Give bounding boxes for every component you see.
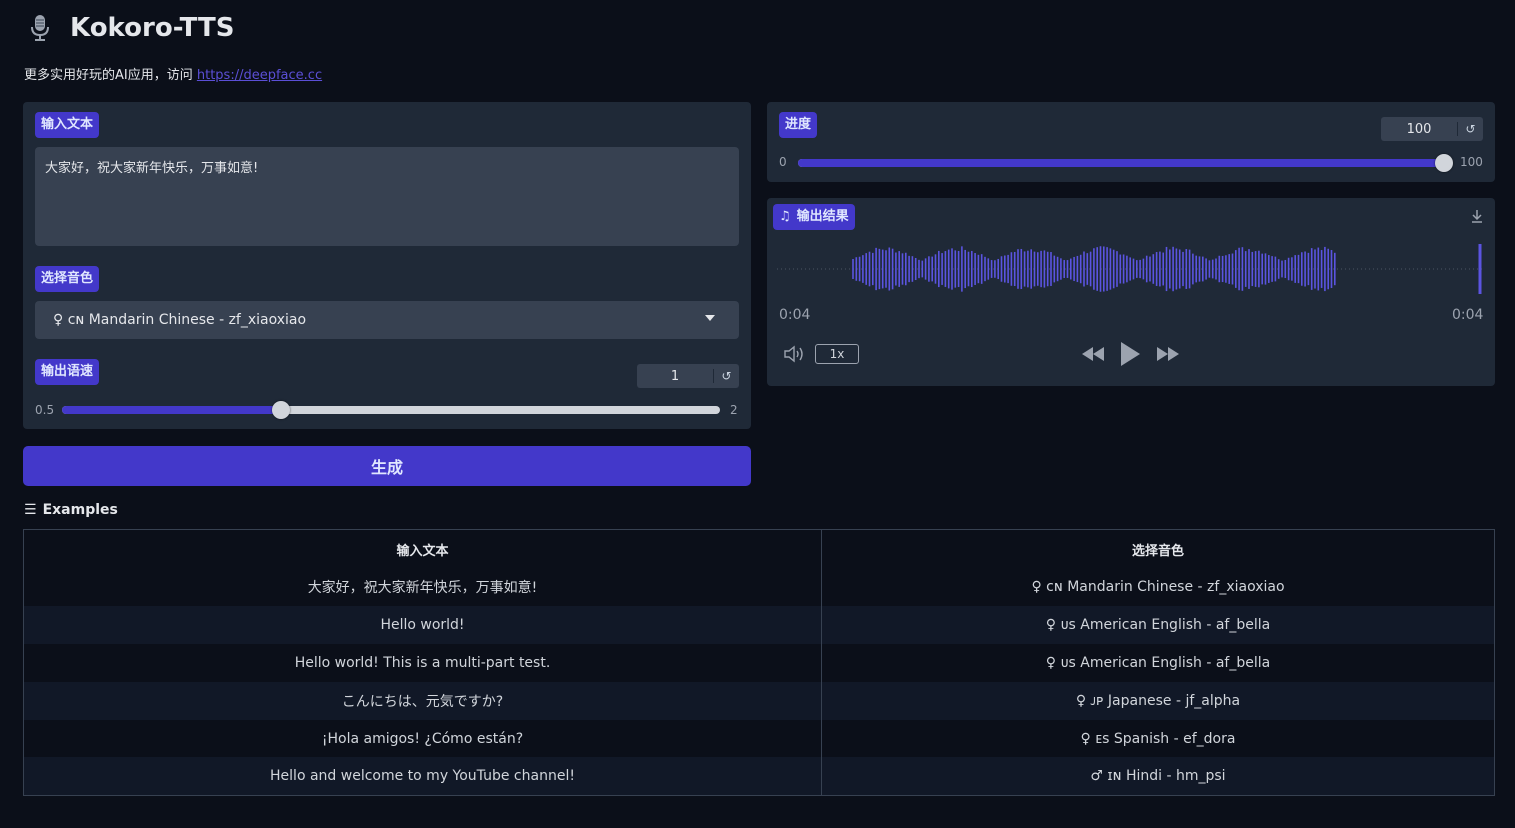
deepface-link[interactable]: https://deepface.cc [197,68,322,83]
examples-table: 输入文本 选择音色 大家好，祝大家新年快乐，万事如意! ♀ ᴄɴ Mandari… [23,529,1495,796]
progress-label: 进度 [779,112,818,138]
table-header-voice: 选择音色 [821,529,1495,569]
progress-slider[interactable] [798,154,1453,172]
reset-icon[interactable]: ↺ [713,369,739,383]
example-text-cell[interactable]: Hello world! This is a multi-part test. [23,644,822,682]
play-icon[interactable] [1118,340,1142,368]
voice-label: 选择音色 [35,266,100,292]
waveform[interactable] [777,240,1485,298]
speed-slider-thumb[interactable] [272,401,290,419]
speed-value[interactable]: 1 [637,369,713,384]
playback-speed-button[interactable]: 1x [815,344,859,364]
progress-max-label: 100 [1460,155,1483,169]
music-note-icon: ♫ [779,209,791,224]
example-voice-cell[interactable]: ♀ ᴜs American English - af_bella [821,606,1495,645]
examples-title-text: Examples [42,502,118,518]
microphone-icon [24,12,56,44]
speed-min-label: 0.5 [35,403,55,417]
examples-title: ☰ Examples [24,502,118,518]
fast-forward-icon[interactable] [1155,345,1181,363]
rewind-icon[interactable] [1080,345,1106,363]
example-voice-cell[interactable]: ♂ ɪɴ Hindi - hm_psi [821,757,1495,796]
time-total: 0:04 [1452,307,1484,323]
table-row[interactable]: ¡Hola amigos! ¿Cómo están? ♀ ᴇs Spanish … [23,719,1495,758]
table-row[interactable]: Hello world! This is a multi-part test. … [23,644,1495,682]
table-row[interactable]: 大家好，祝大家新年快乐，万事如意! ♀ ᴄɴ Mandarin Chinese … [23,568,1495,607]
input-text-label: 输入文本 [35,112,100,138]
example-voice-cell[interactable]: ♀ ᴜs American English - af_bella [821,644,1495,682]
output-panel: ♫ 输出结果 0:04 0:04 1x [767,198,1495,386]
list-icon: ☰ [24,502,37,518]
download-icon[interactable] [1467,206,1487,226]
progress-panel: 进度 100 ↺ 0 100 [767,102,1495,182]
chevron-down-icon [705,315,715,321]
table-row[interactable]: Hello and welcome to my YouTube channel!… [23,757,1495,796]
example-text-cell[interactable]: 大家好，祝大家新年快乐，万事如意! [23,568,822,607]
input-textarea[interactable]: 大家好，祝大家新年快乐，万事如意! [35,147,739,246]
example-voice-cell[interactable]: ♀ ᴇs Spanish - ef_dora [821,719,1495,758]
speed-slider[interactable] [62,401,720,419]
app-title: Kokoro-TTS [70,13,235,43]
progress-min-label: 0 [779,155,787,169]
progress-slider-fill [798,159,1444,167]
progress-number-input[interactable]: 100 ↺ [1381,117,1483,141]
speed-label: 输出语速 [35,359,100,385]
progress-value[interactable]: 100 [1381,122,1457,137]
app-header: Kokoro-TTS [24,12,234,44]
progress-slider-thumb[interactable] [1435,154,1453,172]
example-text-cell[interactable]: こんにちは、元気ですか? [23,681,822,720]
output-label-text: 输出结果 [796,209,849,224]
table-header-text: 输入文本 [23,529,822,569]
speed-number-input[interactable]: 1 ↺ [637,364,739,388]
speed-slider-fill [62,406,281,414]
example-voice-cell[interactable]: ♀ ᴄɴ Mandarin Chinese - zf_xiaoxiao [821,568,1495,607]
example-text-cell[interactable]: ¡Hola amigos! ¿Cómo están? [23,719,822,758]
table-row[interactable]: こんにちは、元気ですか? ♀ ᴊᴘ Japanese - jf_alpha [23,681,1495,720]
example-voice-cell[interactable]: ♀ ᴊᴘ Japanese - jf_alpha [821,681,1495,720]
table-row[interactable]: Hello world! ♀ ᴜs American English - af_… [23,606,1495,645]
input-panel: 输入文本 大家好，祝大家新年快乐，万事如意! 选择音色 ♀ ᴄɴ Mandari… [23,102,751,429]
voice-select-value: ♀ ᴄɴ Mandarin Chinese - zf_xiaoxiao [53,312,307,328]
speed-max-label: 2 [730,403,738,417]
subtitle-text: 更多实用好玩的AI应用，访问 [24,68,193,83]
reset-icon[interactable]: ↺ [1457,122,1483,136]
time-current: 0:04 [779,307,811,323]
voice-select[interactable]: ♀ ᴄɴ Mandarin Chinese - zf_xiaoxiao [35,301,739,339]
example-text-cell[interactable]: Hello world! [23,606,822,645]
generate-button[interactable]: 生成 [23,446,751,486]
table-header-row: 输入文本 选择音色 [23,529,1495,569]
output-label: ♫ 输出结果 [773,204,855,230]
volume-icon[interactable] [783,344,805,364]
subtitle: 更多实用好玩的AI应用，访问 https://deepface.cc [24,64,322,83]
example-text-cell[interactable]: Hello and welcome to my YouTube channel! [23,757,822,796]
